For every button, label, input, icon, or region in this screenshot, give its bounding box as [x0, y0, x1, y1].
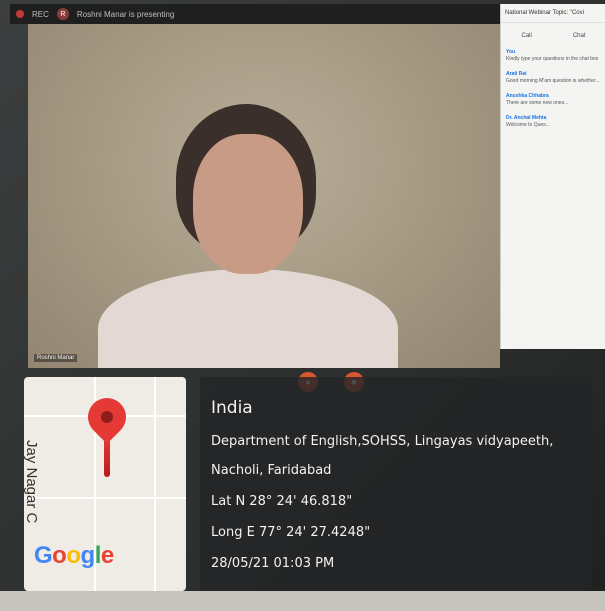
chat-message: Arati Rai Good morning M'am question is … — [501, 67, 605, 89]
geo-latitude: Lat N 28° 24' 46.818" — [211, 494, 353, 509]
presenter-text: Roshni Manar is presenting — [76, 9, 175, 19]
tab-call[interactable]: Call — [521, 33, 531, 39]
record-icon — [16, 10, 24, 18]
chat-title: National Webinar Topic: "Covi — [501, 4, 605, 23]
geo-address-line2: Nacholi, Faridabad — [211, 463, 332, 478]
presenter-body — [98, 269, 398, 368]
map-road — [24, 497, 186, 499]
chat-panel: National Webinar Topic: "Covi Call Chat … — [500, 4, 605, 349]
chat-sender: You — [506, 49, 516, 55]
chat-text: Good morning M'am question is whether... — [506, 78, 600, 84]
chat-text: Kindly type your questions in the chat b… — [506, 56, 599, 62]
chat-text: There are some new ones... — [506, 100, 569, 106]
map-pin-hole — [101, 411, 113, 423]
geo-country: India — [211, 398, 253, 418]
laptop-bezel — [0, 591, 605, 611]
rec-label: REC — [32, 9, 49, 19]
geo-info-card: India Department of English,SOHSS, Linga… — [200, 377, 592, 591]
meeting-top-bar: REC R Roshni Manar is presenting — [10, 4, 506, 24]
chat-sender: Arati Rai — [506, 71, 527, 77]
participant-name-tag: Roshni Manar — [34, 354, 78, 362]
map-road — [154, 377, 156, 591]
tab-chat[interactable]: Chat — [573, 33, 586, 39]
geo-datetime: 28/05/21 01:03 PM — [211, 556, 335, 571]
google-logo: Google — [34, 542, 114, 569]
chat-sender: Anushka Chhabra — [506, 93, 549, 99]
chat-tabs: Call Chat — [501, 23, 605, 45]
presenter-video: Roshni Manar — [28, 24, 500, 368]
geo-address-line1: Department of English,SOHSS, Lingayas vi… — [211, 434, 554, 449]
geo-longitude: Long E 77° 24' 27.4248" — [211, 525, 371, 540]
chat-message: You Kindly type your questions in the ch… — [501, 45, 605, 67]
presenter-avatar: R — [56, 8, 69, 20]
map-street-label: Jay Nagar C — [23, 440, 40, 524]
chat-message: Dr. Anchal Mehta Welcome to Ques... — [501, 111, 605, 133]
chat-message: Anushka Chhabra There are some new ones.… — [501, 89, 605, 111]
chat-text: Welcome to Ques... — [506, 122, 550, 128]
chat-sender: Dr. Anchal Mehta — [506, 115, 547, 121]
presenter-face — [193, 134, 303, 274]
